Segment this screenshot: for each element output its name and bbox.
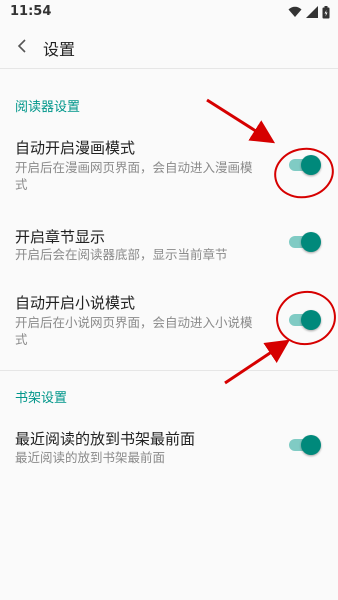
pref-title: 自动开启小说模式 [15, 294, 136, 312]
pref-summary: 开启后会在阅读器底部，显示当前章节 [15, 247, 228, 262]
toolbar: 设置 [0, 24, 338, 68]
pref-title: 开启章节显示 [15, 228, 106, 246]
status-bar: 11:54 [0, 0, 338, 24]
switch-thumb [301, 232, 321, 252]
section-header-reader: 阅读器设置 [15, 100, 81, 115]
section-header-shelf: 书架设置 [15, 391, 68, 406]
chevron-left-icon [17, 39, 26, 53]
back-button[interactable] [6, 30, 38, 62]
annotation-arrow-2 [224, 339, 290, 385]
section-divider [0, 370, 338, 371]
switch-thumb [301, 155, 321, 175]
pref-title: 自动开启漫画模式 [15, 139, 136, 157]
signal-icon [306, 6, 318, 18]
toolbar-divider [0, 68, 338, 69]
chapter-display-toggle[interactable] [287, 231, 321, 253]
pref-summary: 最近阅读的放到书架最前面 [15, 450, 166, 465]
annotation-arrow-1 [206, 98, 276, 144]
pref-summary: 开启后在漫画网页界面，会自动进入漫画模式 [15, 160, 253, 192]
status-icons [288, 5, 330, 19]
wifi-icon [288, 6, 302, 17]
switch-thumb [301, 435, 321, 455]
status-time: 11:54 [10, 4, 52, 19]
page-title: 设置 [43, 40, 76, 59]
battery-icon [322, 5, 330, 18]
pref-summary: 开启后在小说网页界面，会自动进入小说模式 [15, 315, 253, 347]
novel-mode-toggle[interactable] [287, 309, 321, 331]
pref-title: 最近阅读的放到书架最前面 [15, 430, 196, 448]
switch-thumb [301, 310, 321, 330]
comic-mode-toggle[interactable] [287, 154, 321, 176]
recent-to-front-toggle[interactable] [287, 434, 321, 456]
